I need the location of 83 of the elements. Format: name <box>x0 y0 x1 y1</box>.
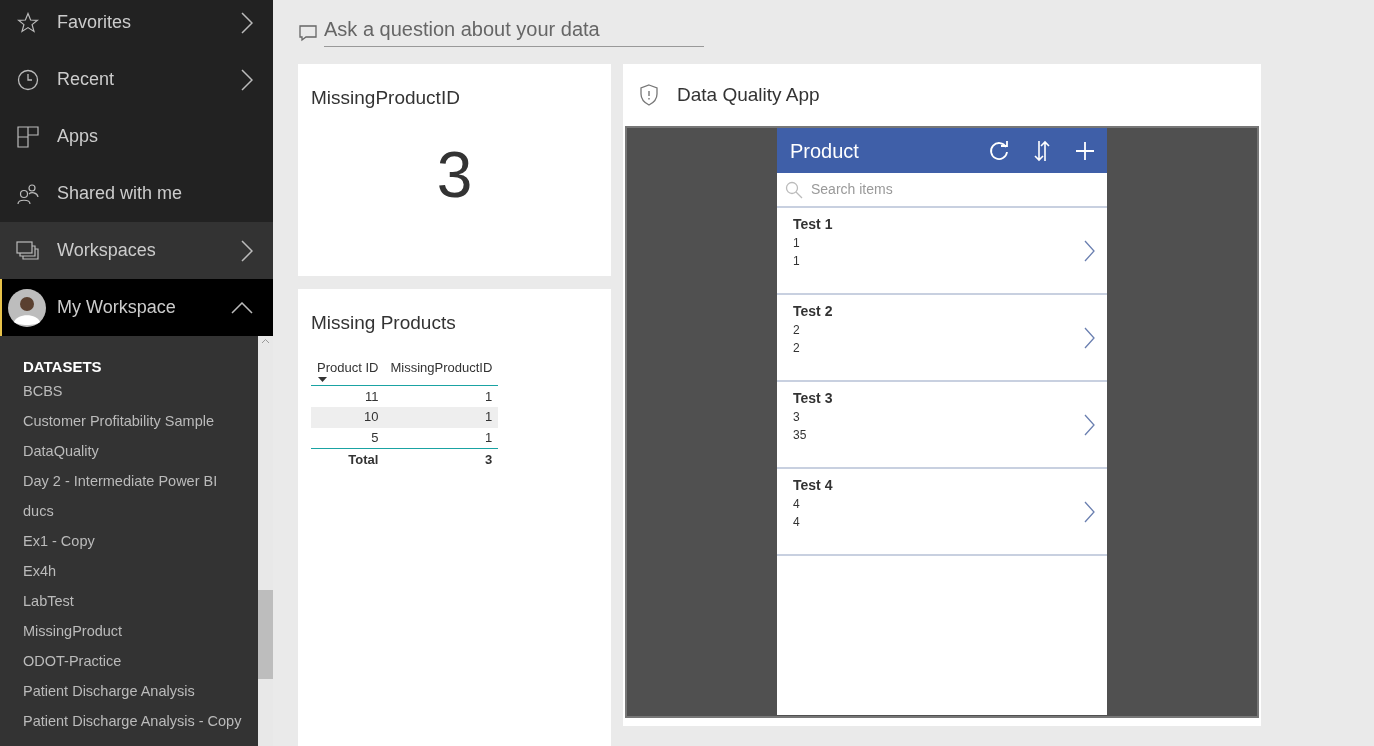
dataset-link[interactable]: Day 2 - Intermediate Power BI <box>23 466 258 496</box>
list-item[interactable]: Test 3 3 35 <box>777 382 1107 469</box>
dataset-link[interactable]: ducs <box>23 496 258 526</box>
item-field: 4 <box>793 513 1084 531</box>
table-cell: 11 <box>311 385 385 407</box>
nav-label: My Workspace <box>57 296 177 319</box>
tile-title: Missing Products <box>311 311 457 335</box>
card-tile[interactable]: MissingProductID 3 <box>298 64 611 276</box>
item-field: 2 <box>793 321 1084 339</box>
clock-icon <box>17 68 39 91</box>
nav-item[interactable]: My Workspace <box>0 279 273 336</box>
people-icon <box>17 182 39 205</box>
chevron-up-icon[interactable] <box>231 301 253 314</box>
column-header[interactable]: MissingProductID <box>390 359 493 375</box>
chevron-right-icon[interactable] <box>1084 413 1095 436</box>
chat-icon <box>298 23 318 43</box>
item-title: Test 2 <box>793 302 834 321</box>
nav-item[interactable]: Recent <box>0 51 273 108</box>
nav-label: Apps <box>57 125 100 148</box>
column-header[interactable]: Product ID <box>317 359 379 375</box>
total-cell: 3 <box>384 448 499 471</box>
app-tile[interactable]: Data Quality App Product Search items Test 1 1 1 Test 2 2 2 Test 3 3 35 Test 4 4 4 <box>623 64 1261 726</box>
total-cell: Total <box>311 448 385 471</box>
tile-title: Data Quality App <box>677 82 820 107</box>
tile-title: MissingProductID <box>311 86 461 110</box>
dataset-link[interactable]: DataQuality <box>23 436 258 466</box>
chevron-right-icon[interactable] <box>241 239 253 262</box>
add-icon[interactable] <box>1076 141 1094 160</box>
chevron-right-icon[interactable] <box>1084 326 1095 349</box>
search-field[interactable]: Search items <box>811 179 1099 200</box>
sort-descending-icon[interactable] <box>318 377 327 382</box>
dataset-link[interactable]: Ex1 - Copy <box>23 526 258 556</box>
avatar-icon <box>8 288 46 327</box>
sort-icon[interactable] <box>1034 139 1050 162</box>
dataset-link[interactable]: BCBS <box>23 376 258 406</box>
dataset-link[interactable]: ODOT-Practice <box>23 646 258 676</box>
item-field: 35 <box>793 426 1084 444</box>
scrollbar-thumb[interactable] <box>258 590 273 679</box>
section-title: DATASETS <box>23 358 103 376</box>
chevron-right-icon[interactable] <box>1084 500 1095 523</box>
nav-label: Favorites <box>57 11 133 34</box>
nav-label: Shared with me <box>57 182 184 205</box>
dataset-link[interactable]: LabTest <box>23 586 258 616</box>
star-icon <box>17 11 39 34</box>
nav-item[interactable]: Favorites <box>0 0 273 51</box>
dataset-link[interactable]: Ex4h <box>23 556 258 586</box>
apps-icon <box>17 125 39 148</box>
question-field[interactable]: Ask a question about your data <box>324 14 704 47</box>
table-cell: 10 <box>311 406 385 428</box>
search-icon <box>785 180 803 199</box>
dataset-link[interactable]: Customer Profitability Sample <box>23 406 258 436</box>
list-item[interactable]: Test 4 4 4 <box>777 469 1107 556</box>
item-title: Test 1 <box>793 215 834 234</box>
chevron-right-icon[interactable] <box>1084 239 1095 262</box>
item-title: Test 3 <box>793 389 834 408</box>
refresh-icon[interactable] <box>988 139 1010 162</box>
chevron-right-icon[interactable] <box>241 11 253 34</box>
nav-item[interactable]: Apps <box>0 108 273 165</box>
chevron-right-icon[interactable] <box>241 68 253 91</box>
item-field: 1 <box>793 252 1084 270</box>
nav-item[interactable]: Shared with me <box>0 165 273 222</box>
windows-icon <box>16 239 40 262</box>
dataset-link[interactable]: Patient Discharge Analysis - Copy <box>23 706 258 736</box>
app-title: Product <box>790 138 860 164</box>
table-cell: 1 <box>384 385 499 407</box>
dataset-link[interactable]: Patient Discharge Analysis <box>23 676 258 706</box>
list-item[interactable]: Test 1 1 1 <box>777 208 1107 295</box>
item-field: 1 <box>793 234 1084 252</box>
item-field: 4 <box>793 495 1084 513</box>
table-cell: 1 <box>384 406 499 428</box>
list-item[interactable]: Test 2 2 2 <box>777 295 1107 382</box>
nav-item[interactable]: Workspaces <box>0 222 273 279</box>
table-cell: 5 <box>311 427 385 449</box>
item-field: 3 <box>793 408 1084 426</box>
shield-icon <box>639 84 659 106</box>
nav-label: Workspaces <box>57 239 157 262</box>
item-title: Test 4 <box>793 476 834 495</box>
table-tile[interactable]: Missing Products Product ID MissingProductID 11 1 10 1 5 1 Total 3 <box>298 289 611 746</box>
item-field: 2 <box>793 339 1084 357</box>
nav-label: Recent <box>57 68 116 91</box>
table-cell: 1 <box>384 427 499 449</box>
card-value: 3 <box>435 142 474 207</box>
dataset-link[interactable]: MissingProduct <box>23 616 258 646</box>
